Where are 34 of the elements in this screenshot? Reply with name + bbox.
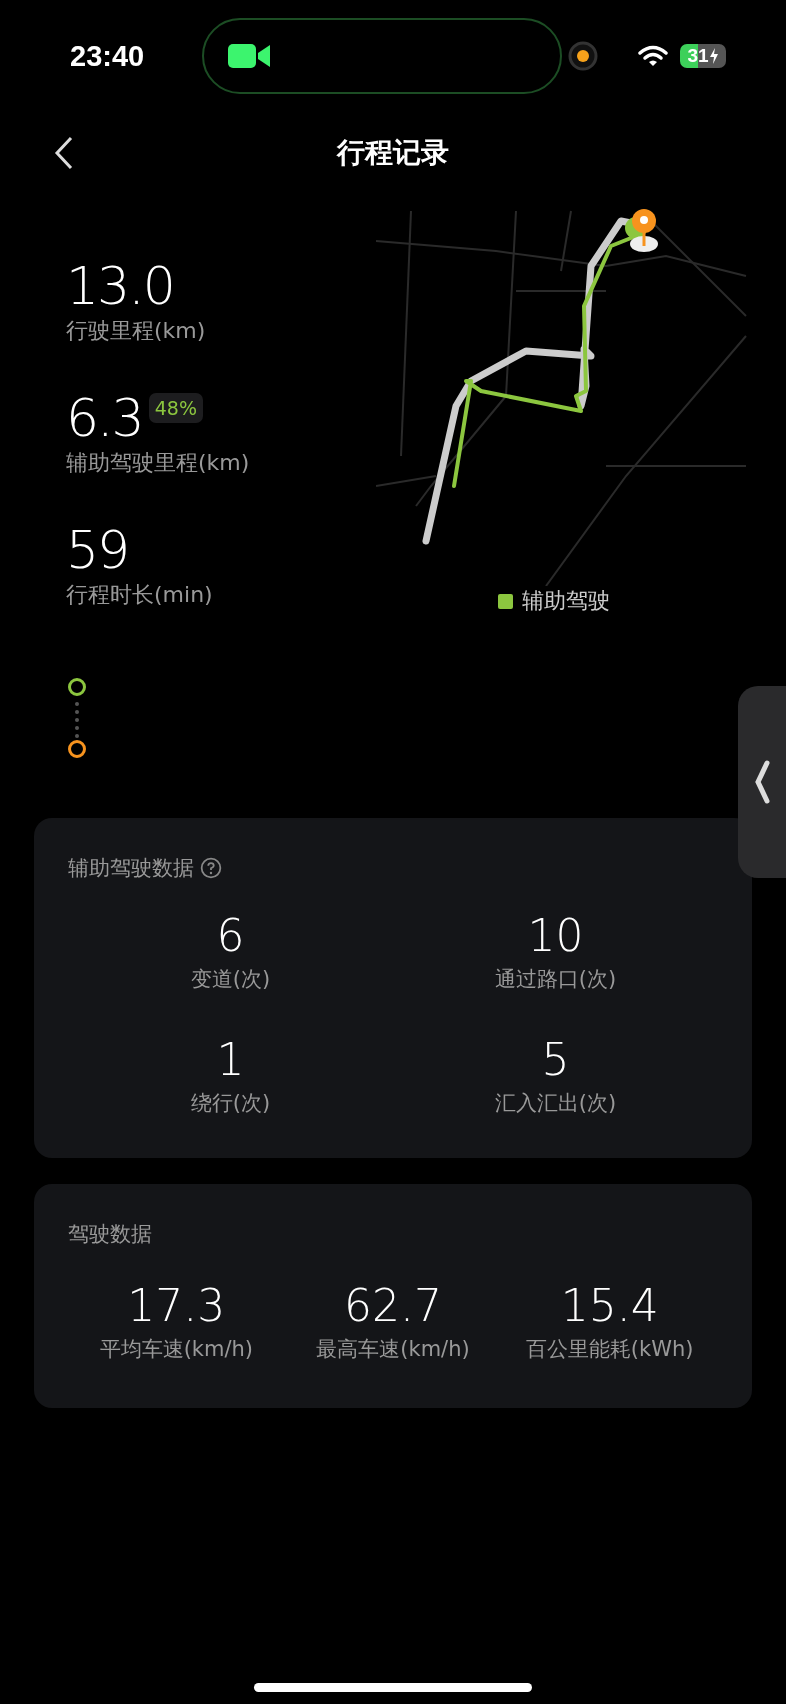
stat-label: 绕行(次)	[190, 1090, 271, 1117]
stat-value: 17.3	[127, 1279, 226, 1333]
wifi-icon	[638, 45, 668, 67]
video-camera-icon	[228, 42, 272, 70]
stat-label: 最高车速(km/h)	[316, 1336, 470, 1363]
stat-value: 62.7	[344, 1279, 442, 1333]
chevron-left-icon	[754, 760, 770, 804]
battery-indicator: 31	[680, 44, 726, 68]
stat-value: 10	[527, 909, 584, 963]
stat-label: 行程时长(min)	[66, 581, 214, 609]
stat-label: 行驶里程(km)	[66, 317, 207, 345]
legend-label: 辅助驾驶	[522, 587, 610, 615]
stat-label: 百公里能耗(kWh)	[525, 1336, 694, 1363]
stat-label: 平均车速(km/h)	[99, 1336, 253, 1363]
card-title: 辅助驾驶数据	[68, 855, 194, 882]
stat-value: 59	[66, 520, 129, 580]
stat-label: 辅助驾驶里程(km)	[66, 449, 251, 477]
card-title: 驾驶数据	[68, 1221, 152, 1248]
side-panel-handle[interactable]	[738, 686, 786, 878]
percentage-badge: 48%	[148, 393, 203, 423]
stat-value: 5	[541, 1033, 570, 1087]
stat-value: 15.4	[560, 1279, 659, 1333]
stat-label: 汇入汇出(次)	[494, 1090, 617, 1117]
stat-value: 6.3	[66, 388, 143, 448]
stat-value: 6	[216, 909, 245, 963]
help-icon[interactable]	[200, 857, 222, 879]
stat-label: 通过路口(次)	[494, 966, 617, 993]
stat-value: 1	[216, 1033, 245, 1087]
status-time: 23:40	[70, 39, 146, 73]
recording-dot-icon	[568, 41, 598, 71]
stat-value: 13.0	[66, 256, 174, 316]
stat-label: 变道(次)	[190, 966, 271, 993]
legend-swatch	[498, 593, 513, 609]
page-title: 行程记录	[337, 135, 449, 171]
